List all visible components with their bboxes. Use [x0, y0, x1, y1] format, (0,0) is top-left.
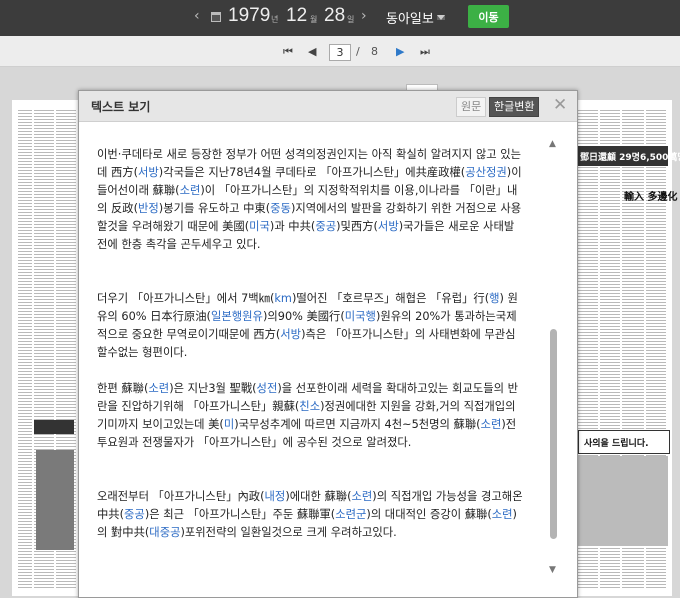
article-text: )및西方( [336, 220, 378, 233]
hangul-reading: 미 [223, 418, 235, 431]
page-navigation-bar: ⏮ ◀ 3 / 8 ▶ ⏭ [0, 36, 680, 67]
hangul-reading: 미국행 [344, 310, 376, 323]
prev-date-chevron-icon[interactable]: ‹ [194, 8, 200, 24]
scrollbar-thumb[interactable] [550, 329, 557, 539]
hangul-reading: 소련 [179, 184, 201, 197]
calendar-icon[interactable] [211, 12, 221, 22]
day-value[interactable]: 28 [324, 5, 345, 27]
month-value[interactable]: 12 [286, 5, 307, 27]
hangul-reading: 소련 [491, 508, 513, 521]
month-unit: 월 [310, 15, 318, 24]
article-text: )의 대대적인 증강이 蘇聯( [366, 508, 492, 521]
newspaper-headline-block [34, 420, 74, 434]
article-text: )국무성추계에 따르면 지금까지 4천~5천명의 蘇聯( [234, 418, 481, 431]
hangul-reading: 소련 [148, 382, 170, 395]
newspaper-column [18, 108, 32, 588]
prev-page-icon[interactable]: ◀ [308, 45, 316, 58]
newspaper-headline-3: 사의을 드립니다. [584, 439, 649, 449]
dialog-text-content: 이번·쿠데타로 새로 등장한 정부가 어떤 성격의정권인지는 아직 확실히 알려… [79, 122, 549, 597]
text-view-dialog: 텍스트 보기 원문 한글변환 ✕ 이번·쿠데타로 새로 등장한 정부가 어떤 성… [78, 90, 578, 598]
hangul-reading: 서방 [138, 166, 159, 179]
hangul-reading: 중공 [315, 220, 337, 233]
dialog-header: 텍스트 보기 원문 한글변환 ✕ [79, 91, 577, 122]
newspaper-photo [36, 450, 74, 550]
date-navigation-bar: ‹ 1979 년 12 월 28 일 › 동아일보 이동 [0, 0, 680, 36]
newspaper-name: 동아일보 [386, 11, 434, 27]
last-page-icon[interactable]: ⏭ [420, 45, 430, 59]
year-value[interactable]: 1979 [228, 5, 270, 27]
page-total: 8 [371, 45, 378, 58]
hangul-reading: 소련 [480, 418, 502, 431]
hangul-reading: 친소 [299, 400, 321, 413]
first-page-icon[interactable]: ⏮ [283, 45, 293, 59]
hangul-reading: 중공 [124, 508, 145, 521]
newspaper-ad-block [578, 456, 668, 546]
article-paragraph: 한편 蘇聯(소련)은 지난3월 聖戰(성전)을 선포한이래 세력을 확대하고있는… [97, 380, 523, 452]
hangul-reading: 일본행원유 [210, 310, 263, 323]
newspaper-headline-2: 輸入 多邊化 [624, 192, 678, 203]
article-text: )은 최근 「아프가니스탄」주둔 蘇聯軍( [144, 508, 336, 521]
newspaper-headline-1: 鄧日還顧 29명6,500萬당녀 [580, 153, 680, 163]
hangul-reading: 행 [489, 292, 500, 305]
article-text: )각국들은 지난78년4월 쿠데타로 「아프가니스탄」에共産政權( [158, 166, 466, 179]
article-text: )떨어진 「호르무즈」해협은 「유럽」行( [291, 292, 490, 305]
scroll-down-arrow-icon[interactable]: ▼ [549, 565, 556, 575]
hangul-reading: 대중공 [149, 526, 181, 539]
article-text: 오래전부터 「아프가니스탄」內政( [97, 490, 265, 503]
article-text: )봉기를 유도하고 中東( [158, 202, 271, 215]
go-button[interactable]: 이동 [468, 5, 509, 28]
next-page-icon[interactable]: ▶ [396, 45, 404, 58]
article-text: )의90% 美國行( [262, 310, 345, 323]
korean-convert-tab[interactable]: 한글변환 [489, 97, 540, 117]
newspaper-select[interactable]: 동아일보 [386, 8, 456, 27]
article-paragraph: 더우기 「아프가니스탄」에서 7백㎞(km)떨어진 「호르무즈」해협은 「유럽」… [97, 290, 523, 362]
page-separator: / [356, 45, 360, 58]
hangul-reading: 내정 [264, 490, 286, 503]
article-text: )포위전략의 일환일것으로 크게 우려하고있다. [180, 526, 397, 539]
day-unit: 일 [347, 15, 355, 24]
article-text: 더우기 「아프가니스탄」에서 7백㎞( [97, 292, 275, 305]
hangul-reading: 소련군 [335, 508, 367, 521]
page-number-input[interactable]: 3 [329, 44, 351, 61]
hangul-reading: 서방 [377, 220, 399, 233]
next-date-chevron-icon[interactable]: › [361, 8, 367, 24]
original-mode-tab[interactable]: 원문 [456, 97, 487, 117]
hangul-reading: 서방 [280, 328, 302, 341]
hangul-reading: 성전 [256, 382, 278, 395]
scroll-up-arrow-icon[interactable]: ▲ [549, 139, 556, 149]
dialog-title: 텍스트 보기 [91, 100, 151, 114]
hangul-reading: 중동 [270, 202, 291, 215]
hangul-reading: 미국 [249, 220, 270, 233]
article-text: 한편 蘇聯( [97, 382, 149, 395]
year-unit: 년 [271, 15, 279, 24]
article-text: )은 지난3월 聖戰( [169, 382, 257, 395]
hangul-reading: 공산정권 [465, 166, 507, 179]
article-text: )과 中共( [269, 220, 316, 233]
hangul-reading: km [274, 292, 292, 305]
hangul-reading: 반정 [138, 202, 159, 215]
article-paragraph: 이번·쿠데타로 새로 등장한 정부가 어떤 성격의정권인지는 아직 확실히 알려… [97, 146, 523, 254]
hangul-reading: 소련 [351, 490, 373, 503]
chevron-down-icon [436, 14, 445, 20]
article-text: )에대한 蘇聯( [285, 490, 352, 503]
article-paragraph: 오래전부터 「아프가니스탄」內政(내정)에대한 蘇聯(소련)의 직접개입 가능성… [97, 488, 523, 542]
close-icon[interactable]: ✕ [553, 95, 567, 115]
